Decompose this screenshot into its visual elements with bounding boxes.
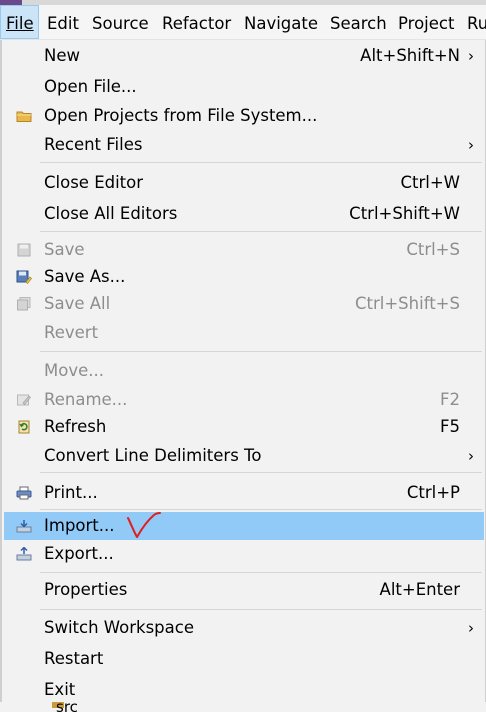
menu-item-label: Properties <box>44 580 128 599</box>
menu-item-label: Open File... <box>44 77 137 96</box>
menu-item-properties[interactable]: Properties Alt+Enter <box>4 576 484 604</box>
menu-item-label: Convert Line Delimiters To <box>44 446 262 465</box>
menu-item-label: Export... <box>44 544 114 563</box>
menu-item-label: Open Projects from File System... <box>44 106 318 125</box>
menu-refactor[interactable]: Refactor <box>162 5 231 39</box>
menu-separator <box>40 162 482 163</box>
menu-item-accelerator: Ctrl+S <box>406 240 460 259</box>
menu-item-open-file[interactable]: Open File... <box>4 73 484 101</box>
menu-separator <box>40 231 482 232</box>
menu-item-accelerator: Alt+Shift+N <box>360 46 460 65</box>
menu-item-switch-workspace[interactable]: Switch Workspace › <box>4 614 484 642</box>
menu-item-revert[interactable]: Revert <box>4 319 484 347</box>
menu-item-label: Close Editor <box>44 173 144 192</box>
menu-item-label: Restart <box>44 649 104 668</box>
menu-source[interactable]: Source <box>92 5 149 39</box>
menu-item-accelerator: Ctrl+Shift+S <box>355 294 460 313</box>
menu-item-accelerator: Ctrl+P <box>406 483 460 502</box>
menu-item-restart[interactable]: Restart <box>4 645 484 673</box>
menu-item-label: Rename... <box>44 390 128 409</box>
red-checkmark-annotation <box>127 512 161 538</box>
menu-item-print[interactable]: Print... Ctrl+P <box>4 479 484 507</box>
menu-item-new[interactable]: New Alt+Shift+N › <box>4 42 484 70</box>
submenu-arrow-icon: › <box>468 136 474 154</box>
menu-project[interactable]: Project <box>398 5 454 39</box>
menu-bar: File Edit Source Refactor Navigate Searc… <box>0 5 486 40</box>
menu-item-rename[interactable]: Rename... F2 <box>4 386 484 414</box>
menu-item-label: New <box>44 46 80 65</box>
background-text-fragment: src <box>56 700 78 712</box>
file-menu: New Alt+Shift+N › Open File... Open Proj… <box>0 40 486 712</box>
menu-item-save[interactable]: Save Ctrl+S <box>4 236 484 264</box>
menu-file[interactable]: File <box>0 5 39 39</box>
menu-navigate[interactable]: Navigate <box>244 5 318 39</box>
menu-item-label: Save As... <box>44 267 126 286</box>
menu-item-recent-files[interactable]: Recent Files › <box>4 131 484 159</box>
menu-item-move[interactable]: Move... <box>4 357 484 385</box>
export-icon <box>16 547 32 561</box>
menu-item-label: Print... <box>44 483 98 502</box>
menu-item-open-projects[interactable]: Open Projects from File System... <box>4 102 484 130</box>
menu-item-save-as[interactable]: Save As... <box>4 263 484 291</box>
save-icon <box>17 243 31 257</box>
menu-separator <box>40 609 482 610</box>
menu-run[interactable]: Ru <box>467 5 486 39</box>
menu-item-accelerator: Ctrl+Shift+W <box>349 204 460 223</box>
folder-icon <box>16 111 32 122</box>
refresh-icon <box>18 420 30 434</box>
submenu-arrow-icon: › <box>468 619 474 637</box>
menu-separator <box>40 472 482 473</box>
menu-item-label: Switch Workspace <box>44 618 194 637</box>
menu-item-import[interactable]: Import... <box>4 512 484 540</box>
menu-item-label: Refresh <box>44 417 107 436</box>
save-as-icon <box>16 270 32 284</box>
menu-item-accelerator: F5 <box>440 417 460 436</box>
background-fragment: src <box>0 700 486 712</box>
menu-item-convert-line-delimiters[interactable]: Convert Line Delimiters To › <box>4 442 484 470</box>
menu-item-close-all-editors[interactable]: Close All Editors Ctrl+Shift+W <box>4 200 484 228</box>
menu-item-label: Move... <box>44 361 104 380</box>
menu-item-label: Close All Editors <box>44 204 178 223</box>
rename-icon <box>17 394 31 406</box>
submenu-arrow-icon: › <box>468 47 474 65</box>
submenu-arrow-icon: › <box>468 447 474 465</box>
menu-item-accelerator: F2 <box>440 390 460 409</box>
menu-item-close-editor[interactable]: Close Editor Ctrl+W <box>4 169 484 197</box>
menu-item-accelerator: Alt+Enter <box>379 580 460 599</box>
menu-separator <box>40 572 482 573</box>
print-icon <box>16 486 32 500</box>
menu-item-label: Import... <box>44 516 115 535</box>
menu-item-label: Save All <box>44 294 111 313</box>
menu-separator <box>40 509 482 510</box>
menu-item-label: Revert <box>44 323 99 342</box>
menu-separator <box>40 351 482 352</box>
menu-item-label: Save <box>44 240 85 259</box>
menu-item-export[interactable]: Export... <box>4 540 484 568</box>
menu-edit[interactable]: Edit <box>47 5 79 39</box>
menu-item-accelerator: Ctrl+W <box>400 173 461 192</box>
menu-item-save-all[interactable]: Save All Ctrl+Shift+S <box>4 290 484 318</box>
menu-search[interactable]: Search <box>330 5 387 39</box>
save-all-icon <box>17 297 31 311</box>
menu-item-refresh[interactable]: Refresh F5 <box>4 413 484 441</box>
import-icon <box>16 520 32 533</box>
menu-item-label: Recent Files <box>44 135 143 154</box>
